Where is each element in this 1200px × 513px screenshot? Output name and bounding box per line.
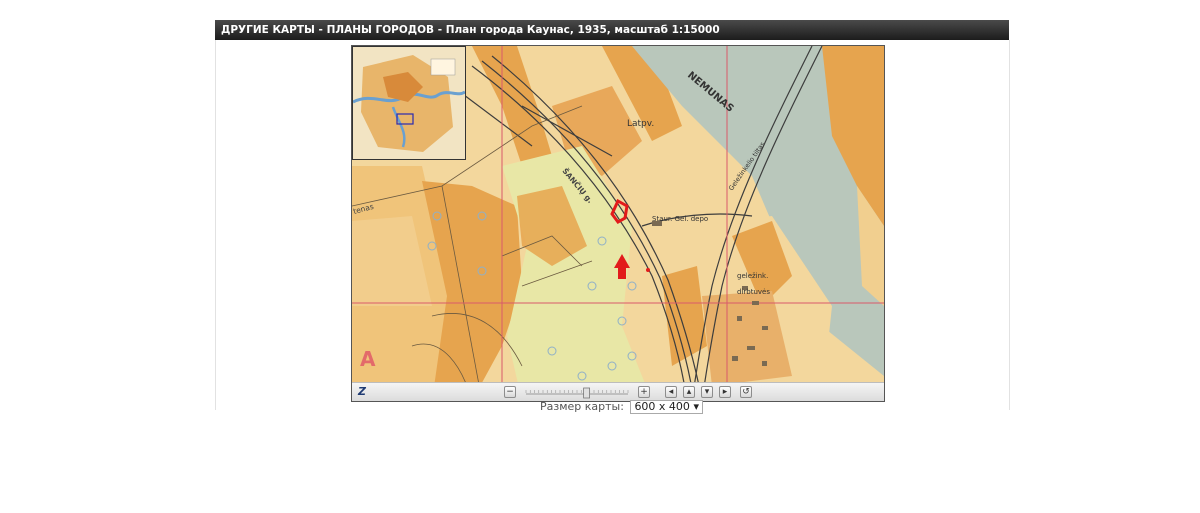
pan-down-button[interactable]: ▾: [701, 386, 713, 398]
chevron-down-icon: ▾: [693, 400, 699, 413]
zoomify-logo[interactable]: Z: [358, 385, 366, 398]
pan-up-button[interactable]: ▴: [683, 386, 695, 398]
marker-dot[interactable]: [646, 268, 650, 272]
reset-view-button[interactable]: ↺: [740, 386, 752, 398]
zoom-out-button[interactable]: −: [504, 386, 516, 398]
overview-image: [352, 47, 466, 159]
overview-map[interactable]: [352, 46, 466, 160]
map-size-label: Размер карты:: [540, 400, 624, 413]
pan-right-button[interactable]: ▸: [719, 386, 731, 398]
map-label-latpv: Latpv.: [627, 119, 654, 129]
zoom-in-button[interactable]: +: [638, 386, 650, 398]
page-title: ДРУГИЕ КАРТЫ - ПЛАНЫ ГОРОДОВ - План горо…: [215, 20, 1009, 40]
map-label-district: A: [360, 347, 376, 371]
page-title-text: ДРУГИЕ КАРТЫ - ПЛАНЫ ГОРОДОВ - План горо…: [221, 24, 720, 36]
map-size-value: 600 x 400: [634, 400, 690, 413]
map-label-depot: Staur. Gel. depo: [652, 215, 708, 223]
map-size-row: Размер карты: 600 x 400 ▾: [540, 400, 703, 414]
zoom-slider-thumb[interactable]: [583, 387, 590, 399]
map-label-gelezinkelio: geležink.: [737, 272, 768, 280]
map-label-dirbtuves: dirbtuvės: [737, 288, 770, 296]
zoom-slider[interactable]: [524, 385, 630, 399]
map-viewer[interactable]: NEMUNAS Latpv. Staur. Gel. depo geležink…: [351, 45, 885, 402]
map-toolbar: Z − + ◂ ▴ ▾ ▸ ↺: [352, 382, 884, 401]
pan-left-button[interactable]: ◂: [665, 386, 677, 398]
map-size-select[interactable]: 600 x 400 ▾: [630, 400, 703, 414]
